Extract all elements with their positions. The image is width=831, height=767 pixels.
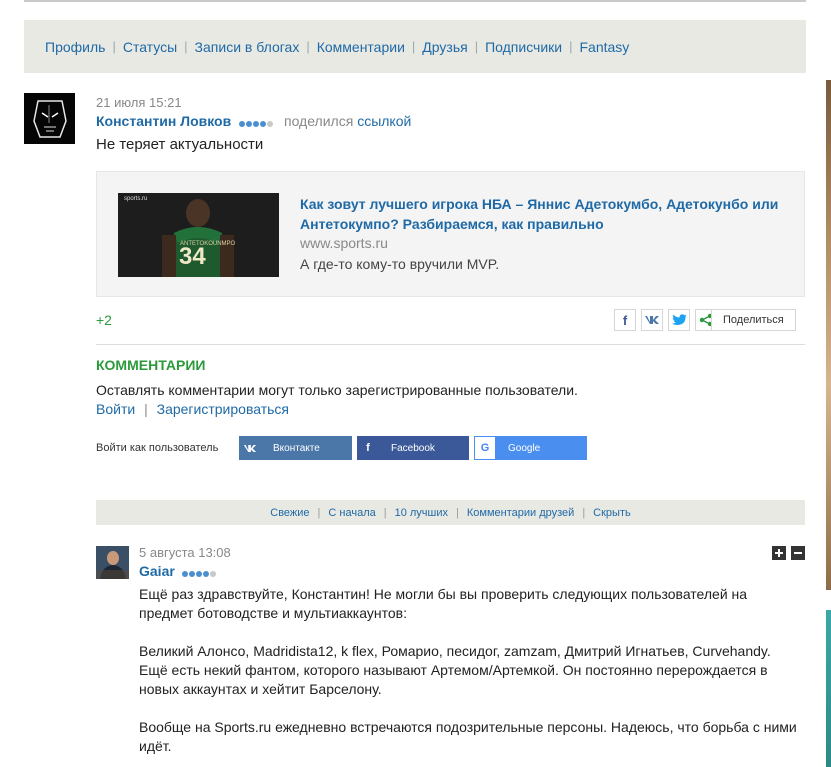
- comments-heading: КОММЕНТАРИИ: [96, 357, 206, 373]
- auth-separator: |: [144, 401, 148, 417]
- profile-nav: Профиль | Статусы | Записи в блогах | Ко…: [24, 20, 806, 73]
- link-title[interactable]: Как зовут лучшего игрока НБА – Яннис Аде…: [300, 194, 780, 234]
- comments-registration-notice: Оставлять комментарии могут только зарег…: [96, 382, 578, 398]
- filter-separator: |: [456, 506, 459, 519]
- facebook-login-label: Facebook: [391, 442, 435, 454]
- nav-separator: |: [112, 39, 116, 54]
- filter-separator: |: [383, 506, 387, 519]
- comment-upvote-button[interactable]: [772, 546, 786, 560]
- user-rank-dots: [181, 564, 217, 580]
- twitter-icon: [671, 314, 687, 325]
- comment-paragraph: Вообще на Sports.ru ежедневно встречаютс…: [139, 719, 797, 754]
- comment-author-link[interactable]: Gaiar: [139, 563, 175, 579]
- vk-login-label: Вконтакте: [273, 442, 320, 454]
- nav-separator: |: [474, 39, 479, 54]
- nav-blog-posts[interactable]: Записи в блогах: [195, 39, 300, 55]
- comment-author-line: Gaiar: [139, 563, 223, 580]
- side-banner-strip-lower: [826, 610, 831, 767]
- filter-from-start[interactable]: С начала: [328, 507, 375, 519]
- post-date: 21 июля 15:21: [96, 95, 182, 110]
- comment-downvote-button[interactable]: [791, 546, 805, 560]
- register-link[interactable]: Зарегистрироваться: [157, 401, 289, 417]
- thumb-brand: sports.ru: [124, 196, 148, 202]
- nav-separator: |: [411, 39, 416, 54]
- comment-body: Ещё раз здравствуйте, Константин! Не мог…: [139, 585, 799, 767]
- vk-login-button[interactable]: Вконтакте: [239, 436, 352, 460]
- shared-link-card[interactable]: ANTETOKOUNMPO sports.ru 34 Как зовут луч…: [96, 171, 805, 297]
- comment-paragraph: Ещё раз здравствуйте, Константин! Не мог…: [139, 586, 748, 621]
- filter-hide[interactable]: Скрыть: [593, 507, 631, 519]
- post-author-line: Константин Ловков поделился ссылкой: [96, 113, 411, 130]
- thumb-jersey-number: 34: [179, 243, 206, 270]
- nav-statuses[interactable]: Статусы: [123, 39, 177, 55]
- nav-separator: |: [184, 39, 188, 54]
- link-thumbnail[interactable]: ANTETOKOUNMPO sports.ru 34: [118, 193, 279, 277]
- post-action-text: поделился: [284, 113, 354, 129]
- post-author-link[interactable]: Константин Ловков: [96, 113, 231, 129]
- share-label-button[interactable]: Поделиться: [711, 309, 796, 331]
- comment-date: 5 августа 13:08: [139, 545, 231, 560]
- post-rating[interactable]: +2: [96, 312, 112, 328]
- comments-filter-bar: Свежие | С начала | 10 лучших | Коммента…: [96, 500, 805, 525]
- side-banner-strip: [826, 80, 831, 590]
- google-icon: G: [474, 436, 496, 460]
- facebook-icon: f: [622, 312, 628, 328]
- top-divider: [24, 0, 806, 2]
- plus-icon: [775, 549, 783, 557]
- nav-comments[interactable]: Комментарии: [317, 39, 405, 55]
- commenter-avatar[interactable]: [96, 546, 129, 579]
- nav-separator: |: [569, 39, 573, 54]
- filter-top-10[interactable]: 10 лучших: [395, 507, 448, 519]
- post-action-link[interactable]: ссылкой: [357, 113, 411, 129]
- nav-fantasy[interactable]: Fantasy: [580, 39, 630, 55]
- filter-friends-comments[interactable]: Комментарии друзей: [467, 507, 574, 519]
- filter-fresh[interactable]: Свежие: [270, 507, 309, 519]
- auth-links: Войти | Зарегистрироваться: [96, 401, 289, 417]
- section-divider: [96, 344, 805, 345]
- nav-separator: |: [306, 39, 310, 54]
- facebook-share-button[interactable]: f: [614, 309, 636, 331]
- author-avatar[interactable]: [24, 93, 75, 144]
- vk-icon: [645, 316, 659, 324]
- facebook-login-button[interactable]: f Facebook: [357, 436, 469, 460]
- nav-profile[interactable]: Профиль: [45, 39, 105, 55]
- facebook-icon: f: [366, 442, 370, 454]
- vk-icon: [239, 436, 261, 460]
- vk-share-button[interactable]: [641, 309, 663, 331]
- post-text: Не теряет актуальности: [96, 136, 264, 153]
- login-as-label: Войти как пользователь: [96, 442, 219, 454]
- twitter-share-button[interactable]: [668, 309, 690, 331]
- filter-separator: |: [317, 506, 321, 519]
- share-bar: f Поделиться: [614, 309, 796, 331]
- login-link[interactable]: Войти: [96, 401, 135, 417]
- comment-paragraph: Великий Алонсо, Madridista12, k flex, Ро…: [139, 643, 771, 697]
- minus-icon: [794, 552, 802, 554]
- link-domain: www.sports.ru: [300, 235, 388, 251]
- nav-subscribers[interactable]: Подписчики: [485, 39, 562, 55]
- user-rank-dots: [239, 114, 274, 130]
- filter-separator: |: [582, 506, 586, 519]
- google-login-label: Google: [508, 442, 541, 454]
- link-description: А где-то кому-то вручили MVP.: [300, 256, 500, 272]
- nav-friends[interactable]: Друзья: [422, 39, 467, 55]
- google-login-button[interactable]: G Google: [474, 436, 587, 460]
